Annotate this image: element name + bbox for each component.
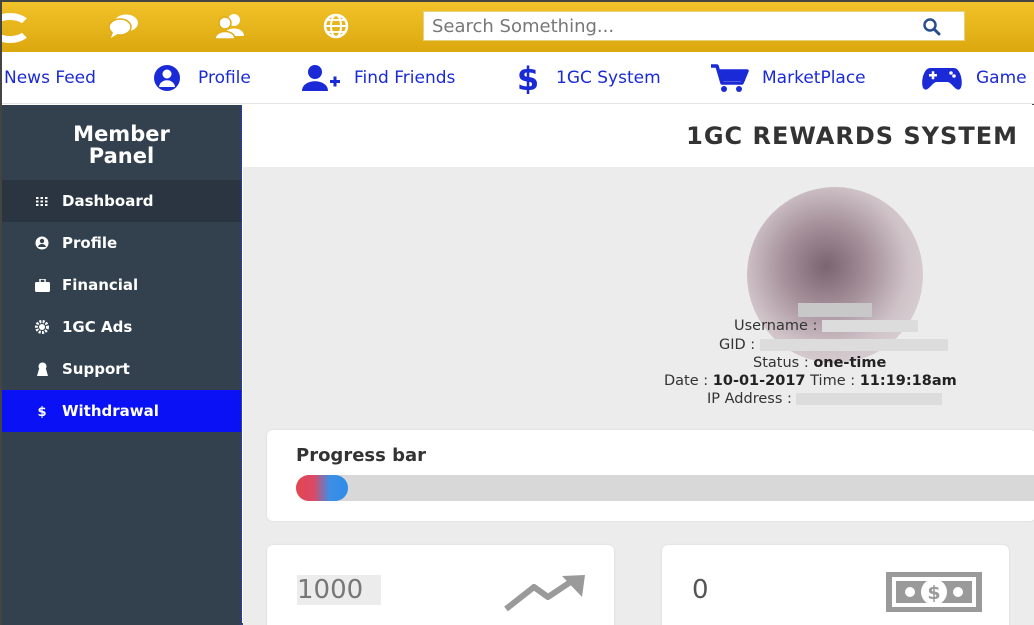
progress-label: Progress bar: [296, 445, 427, 466]
stat-value: 0: [692, 575, 709, 605]
stat-card-points: 1000: [267, 545, 614, 625]
nav-game[interactable]: Game: [920, 52, 1027, 104]
sidebar-item-withdrawal[interactable]: $ Withdrawal: [2, 390, 241, 432]
grid-icon: [34, 194, 50, 208]
progress-card: Progress bar: [267, 430, 1034, 521]
nav-news-feed[interactable]: News Feed: [4, 52, 96, 104]
sidebar-item-label: Support: [62, 360, 130, 378]
add-friend-icon: [302, 65, 340, 91]
search-icon[interactable]: [922, 17, 942, 37]
redacted-name: [798, 303, 872, 317]
briefcase-icon: [34, 278, 50, 292]
svg-text:$: $: [927, 582, 940, 604]
progress-track: [296, 475, 1034, 501]
dollar-icon: $: [517, 62, 539, 94]
page-title: 1GC REWARDS SYSTEM: [243, 105, 1034, 167]
user-icon: [154, 65, 180, 91]
sidebar-item-dashboard[interactable]: Dashboard: [2, 180, 241, 222]
username-row: Username :: [734, 318, 919, 334]
profile-icon: [34, 236, 50, 250]
nav-news-feed-label: News Feed: [4, 68, 96, 88]
stat-value: 1000: [297, 575, 382, 605]
stat-card-balance: 0 $: [662, 545, 1009, 625]
sidebar-item-support[interactable]: Support: [2, 348, 241, 390]
nav-profile-label: Profile: [198, 68, 251, 88]
nav-find-friends[interactable]: Find Friends: [300, 52, 455, 104]
main-content: 1GC REWARDS SYSTEM Username : GID : Stat…: [243, 105, 1034, 625]
sidebar-item-financial[interactable]: Financial: [2, 264, 241, 306]
main-nav: News Feed Profile Find Friends $ 1GC Sys…: [2, 52, 1034, 104]
panel-title-line1: Member: [73, 122, 170, 146]
top-bar: [2, 2, 1034, 52]
sidebar-item-label: Financial: [62, 276, 139, 294]
nav-marketplace[interactable]: MarketPlace: [710, 52, 866, 104]
sidebar-item-1gc-ads[interactable]: 1GC Ads: [2, 306, 241, 348]
panel-title: Member Panel: [2, 105, 241, 180]
sidebar-item-profile[interactable]: Profile: [2, 222, 241, 264]
username-label: Username :: [734, 318, 818, 334]
money-icon: $: [886, 572, 982, 612]
sidebar-item-label: 1GC Ads: [62, 318, 133, 336]
ip-row: IP Address :: [707, 391, 943, 407]
gamepad-icon: [922, 68, 962, 90]
nav-marketplace-label: MarketPlace: [762, 68, 866, 88]
svg-text:$: $: [37, 405, 46, 418]
panel-title-line2: Panel: [88, 144, 155, 168]
gid-row: GID :: [719, 337, 948, 353]
status-value: one-time: [813, 355, 887, 371]
sidebar-item-label: Withdrawal: [62, 402, 159, 420]
svg-text:$: $: [517, 62, 539, 94]
support-icon: [34, 362, 50, 376]
member-sidebar: Member Panel Dashboard Profile Financial…: [2, 105, 242, 625]
sidebar-item-label: Profile: [62, 234, 118, 252]
sidebar-item-label: Dashboard: [62, 192, 154, 210]
chat-icon[interactable]: [108, 12, 140, 40]
gear-icon: [34, 320, 50, 334]
nav-1gc-system[interactable]: $ 1GC System: [512, 52, 661, 104]
redacted-gid: [759, 339, 948, 351]
logo[interactable]: [2, 8, 36, 46]
trend-up-icon: [504, 575, 585, 611]
date-value: 10-01-2017: [712, 373, 806, 389]
redacted-username: [822, 320, 919, 332]
nav-game-label: Game: [976, 68, 1027, 88]
group-icon[interactable]: [214, 12, 246, 40]
redacted-ip: [796, 393, 943, 405]
nav-find-friends-label: Find Friends: [354, 68, 456, 88]
gid-label: GID :: [719, 337, 756, 353]
progress-fill: [296, 475, 348, 501]
ip-label: IP Address :: [707, 391, 792, 407]
time-label: Time :: [810, 373, 856, 389]
nav-1gc-system-label: 1GC System: [556, 68, 661, 88]
cart-icon: [711, 64, 749, 92]
globe-icon[interactable]: [320, 12, 352, 40]
dollar-icon: $: [34, 404, 50, 418]
nav-profile[interactable]: Profile: [148, 52, 251, 104]
status-label: Status :: [753, 355, 809, 371]
status-row: Status : one-time: [753, 355, 886, 371]
time-value: 11:19:18am: [859, 373, 957, 389]
search-box: [423, 11, 965, 41]
date-row: Date : 10-01-2017 Time : 11:19:18am: [664, 373, 957, 389]
date-label: Date :: [664, 373, 709, 389]
search-input[interactable]: [424, 12, 904, 40]
